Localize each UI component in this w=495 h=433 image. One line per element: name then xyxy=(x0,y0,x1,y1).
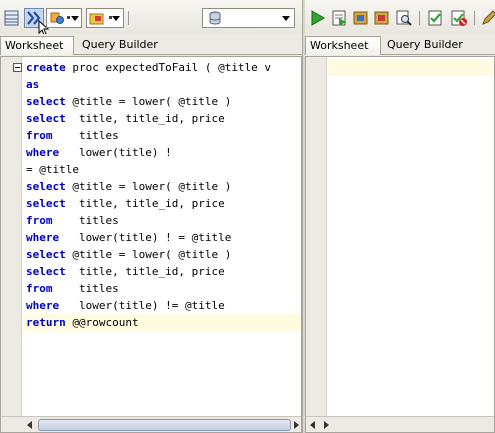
left-worksheet-pane: Worksheet Query Builder create proc expe… xyxy=(0,0,302,433)
toolbar-separator xyxy=(419,11,420,25)
code-line[interactable]: select title, title_id, price xyxy=(23,263,301,280)
sql-text: @@rowcount xyxy=(65,316,139,329)
left-toolbar xyxy=(0,0,302,36)
sql-keyword: where xyxy=(26,231,60,244)
edit-icon[interactable] xyxy=(480,9,495,27)
sql-keyword: as xyxy=(26,78,40,91)
editor-gutter xyxy=(1,57,22,432)
sql-keyword: where xyxy=(26,146,60,159)
find-icon[interactable] xyxy=(395,9,413,27)
tab-query-builder[interactable]: Query Builder xyxy=(78,36,162,55)
scroll-left-arrow-icon[interactable] xyxy=(26,421,34,429)
code-line[interactable]: select @title = lower( @title ) xyxy=(23,246,301,263)
horizontal-scrollbar[interactable] xyxy=(1,416,301,432)
chevron-down-icon xyxy=(112,16,120,21)
code-line[interactable]: from titles xyxy=(23,127,301,144)
chevron-down-icon xyxy=(71,16,79,21)
sql-keyword: return xyxy=(26,316,66,329)
code-line[interactable]: where lower(title) != @title xyxy=(23,297,301,314)
code-lines: create proc expectedToFail ( @title v as s… xyxy=(23,59,301,331)
code-line[interactable]: where lower(title) ! = @title xyxy=(23,229,301,246)
sql-keyword: select xyxy=(26,180,66,193)
right-tab-bar: Worksheet Query Builder xyxy=(305,34,495,55)
cancel-doc-icon[interactable] xyxy=(450,9,468,27)
sql-keyword: create xyxy=(26,61,66,74)
code-line[interactable]: select title, title_id, price xyxy=(23,110,301,127)
connection-select[interactable] xyxy=(202,8,295,28)
sql-text: lower(title) ! xyxy=(59,146,172,159)
scroll-right-arrow-icon[interactable] xyxy=(322,421,330,429)
sql-keyword: from xyxy=(26,214,53,227)
sql-keyword: select xyxy=(26,197,66,210)
sql-text: lower(title) != @title xyxy=(59,299,225,312)
code-line[interactable]: as xyxy=(23,76,301,93)
sql-text: @title = lower( @title ) xyxy=(65,95,232,108)
right-toolbar xyxy=(305,0,495,34)
run-script-icon[interactable] xyxy=(331,9,349,27)
tab-query-builder[interactable]: Query Builder xyxy=(383,36,467,55)
folder-icon xyxy=(89,13,104,25)
scroll-right-arrow-icon[interactable] xyxy=(292,421,300,429)
code-line[interactable]: select title, title_id, price xyxy=(23,195,301,212)
scrollbar-thumb[interactable] xyxy=(38,419,291,431)
check-doc-icon[interactable] xyxy=(427,9,445,27)
sql-keyword: select xyxy=(26,112,66,125)
code-line[interactable]: from titles xyxy=(23,280,301,297)
code-line[interactable]: from titles xyxy=(23,212,301,229)
sql-text: title, title_id, price xyxy=(65,112,225,125)
sql-keyword: select xyxy=(26,248,66,261)
sql-text: @title = lower( @title ) xyxy=(65,248,232,261)
toolbar-separator xyxy=(128,11,129,25)
code-line[interactable]: where lower(title) ! xyxy=(23,144,301,161)
code-line[interactable]: select @title = lower( @title ) xyxy=(23,93,301,110)
sql-keyword: select xyxy=(26,95,66,108)
editor-gutter xyxy=(306,57,327,432)
explain-plan-dropdown[interactable] xyxy=(46,8,82,28)
collapse-minus-icon[interactable] xyxy=(13,63,22,72)
horizontal-scrollbar[interactable] xyxy=(306,416,494,432)
chevron-down-icon xyxy=(282,16,290,21)
rollback-icon[interactable] xyxy=(373,9,391,27)
sql-text: titles xyxy=(52,214,119,227)
sql-text: title, title_id, price xyxy=(65,265,225,278)
code-line[interactable]: = @title xyxy=(23,161,301,178)
sql-text: titles xyxy=(52,282,119,295)
sql-keyword: from xyxy=(26,282,53,295)
code-line[interactable]: select @title = lower( @title ) xyxy=(23,178,301,195)
right-worksheet-pane: Worksheet Query Builder xyxy=(305,0,495,433)
commit-icon[interactable] xyxy=(352,9,370,27)
database-icon xyxy=(209,11,221,25)
worksheet-grid-icon[interactable] xyxy=(3,9,21,27)
sql-text: lower(title) ! = @title xyxy=(59,231,232,244)
code-line[interactable]: return @@rowcount xyxy=(23,314,301,331)
tab-worksheet[interactable]: Worksheet xyxy=(305,36,381,55)
code-line[interactable]: create proc expectedToFail ( @title v xyxy=(23,59,301,76)
autotrace-dropdown[interactable] xyxy=(86,8,124,28)
dot-icon xyxy=(67,16,70,19)
sql-keyword: where xyxy=(26,299,60,312)
tab-worksheet[interactable]: Worksheet xyxy=(0,36,74,55)
sql-text: title, title_id, price xyxy=(65,197,225,210)
sql-keyword: select xyxy=(26,265,66,278)
current-line-highlight xyxy=(328,59,494,76)
left-tab-bar: Worksheet Query Builder xyxy=(0,34,302,55)
sql-text: @title = lower( @title ) xyxy=(65,180,232,193)
sql-text: proc expectedToFail ( @title v xyxy=(65,61,272,74)
explain-plan-icon xyxy=(50,12,64,24)
sql-text: = @title xyxy=(26,163,79,176)
scroll-left-arrow-icon[interactable] xyxy=(309,421,317,429)
run-play-icon[interactable] xyxy=(309,9,327,27)
sql-keyword: from xyxy=(26,129,53,142)
sql-editor-right[interactable] xyxy=(305,56,495,433)
sql-text: titles xyxy=(52,129,119,142)
sql-editor[interactable]: create proc expectedToFail ( @title v as s… xyxy=(0,56,302,433)
toolbar-separator xyxy=(474,11,475,25)
